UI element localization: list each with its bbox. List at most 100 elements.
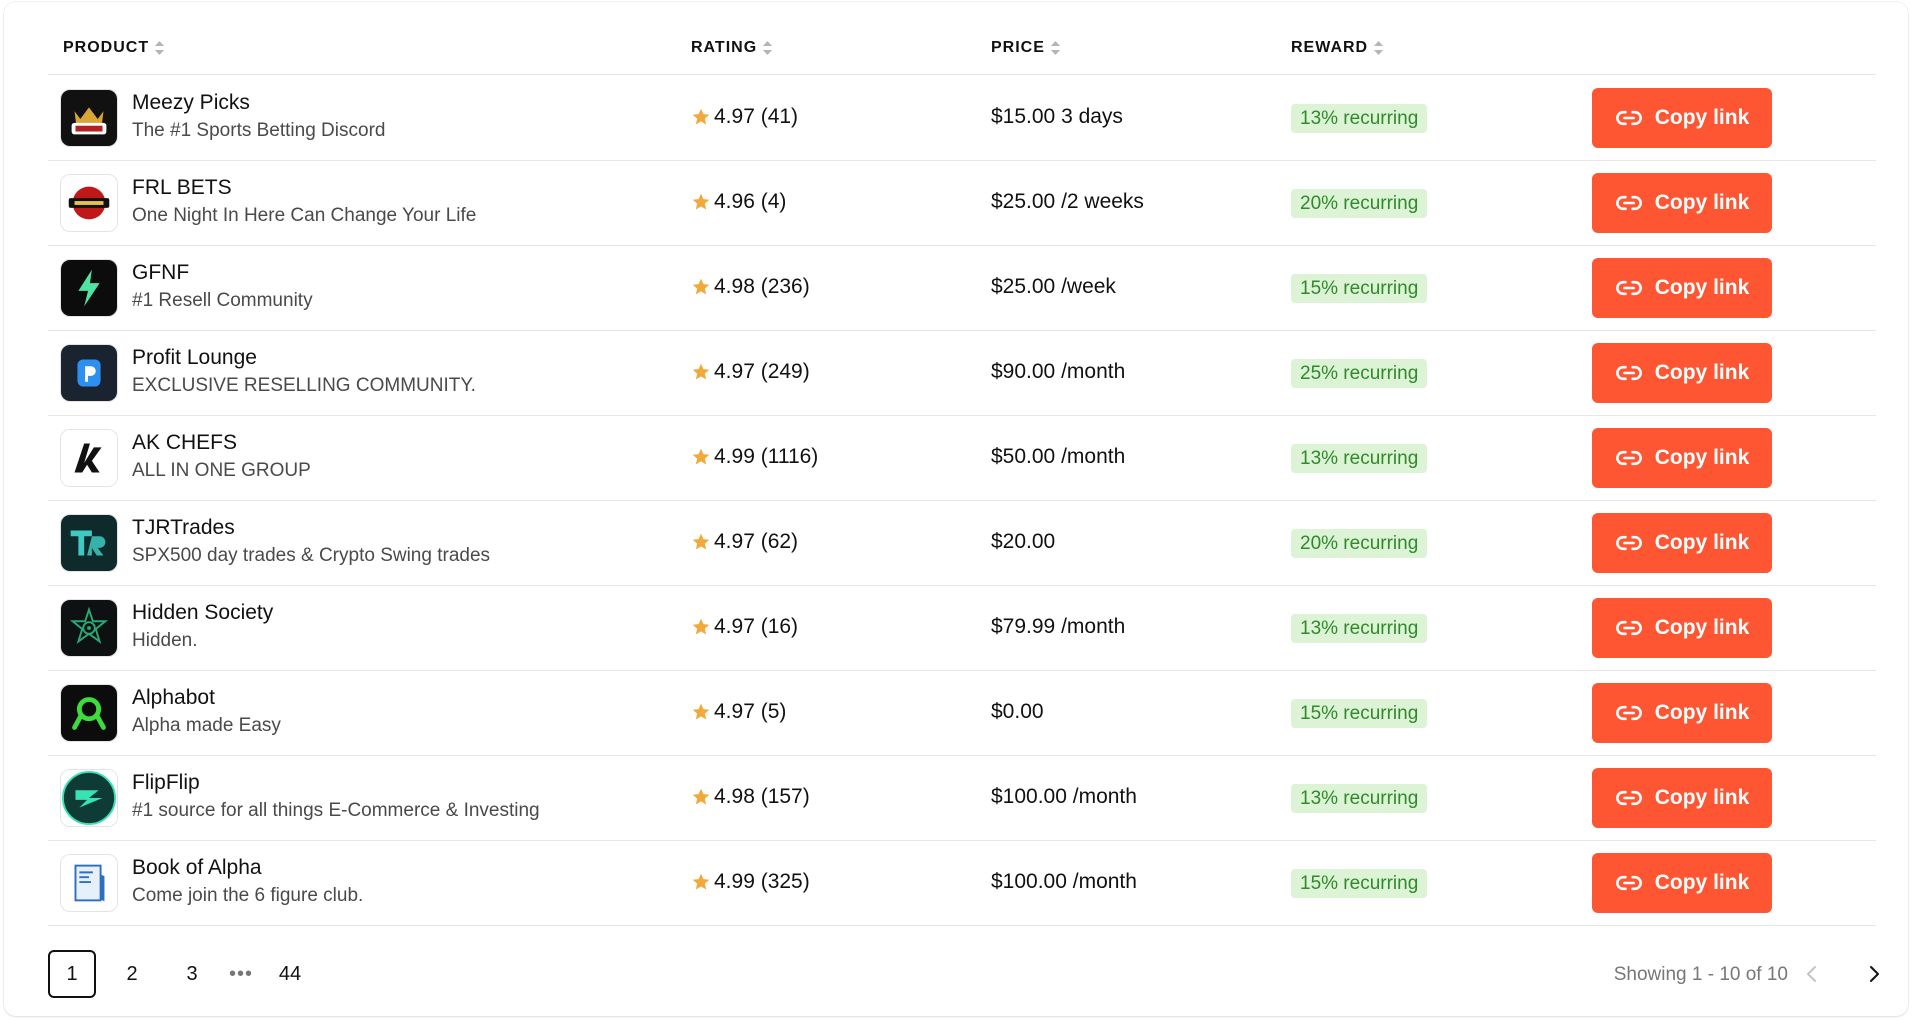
product-name[interactable]: FlipFlip (132, 771, 200, 795)
star-icon (692, 448, 710, 465)
product-price: $15.00 3 days (991, 105, 1123, 128)
link-icon (1615, 535, 1642, 551)
copy-link-label: Copy link (1654, 531, 1750, 554)
frl-bets-logo (60, 174, 118, 232)
rating-value: 4.97 (62) (714, 530, 799, 553)
chevron-left-icon (1807, 966, 1816, 982)
hidden-society-logo (60, 599, 118, 657)
product-name[interactable]: FRL BETS (132, 176, 232, 200)
rating-value: 4.97 (5) (714, 700, 787, 723)
copy-link-button[interactable]: Copy link (1592, 258, 1772, 318)
rating-value: 4.99 (325) (714, 870, 810, 893)
table-row: FlipFlip #1 source for all things E-Comm… (48, 756, 1876, 841)
profit-lounge-logo (60, 344, 118, 402)
copy-link-button[interactable]: Copy link (1592, 88, 1772, 148)
product-price: $100.00 /month (991, 785, 1137, 808)
rating-value: 4.97 (16) (714, 615, 799, 638)
meezy-picks-logo (60, 89, 118, 147)
reward-badge: 15% recurring (1291, 274, 1428, 303)
rating-value: 4.97 (41) (714, 105, 799, 128)
reward-badge: 13% recurring (1291, 444, 1428, 473)
product-rating: 4.99 (1116) (691, 445, 818, 469)
reward-badge: 20% recurring (1291, 189, 1428, 218)
product-name[interactable]: Book of Alpha (132, 856, 262, 880)
product-price: $25.00 /2 weeks (991, 190, 1144, 213)
copy-link-button[interactable]: Copy link (1592, 343, 1772, 403)
page-button-last[interactable]: 44 (266, 950, 314, 998)
column-header-reward[interactable]: REWARD (1291, 39, 1384, 57)
product-name[interactable]: TJRTrades (132, 516, 235, 540)
copy-link-button[interactable]: Copy link (1592, 173, 1772, 233)
copy-link-label: Copy link (1654, 276, 1750, 299)
copy-link-button[interactable]: Copy link (1592, 598, 1772, 658)
star-icon (692, 108, 710, 125)
table-row: AK CHEFS ALL IN ONE GROUP 4.99 (1116) $5… (48, 416, 1876, 501)
column-header-price-label: PRICE (991, 39, 1045, 56)
copy-link-button[interactable]: Copy link (1592, 428, 1772, 488)
chevron-right-icon (1870, 966, 1879, 982)
product-price: $90.00 /month (991, 360, 1126, 383)
copy-link-label: Copy link (1654, 106, 1750, 129)
rating-value: 4.98 (157) (714, 785, 810, 808)
product-name[interactable]: Meezy Picks (132, 91, 250, 115)
next-page-button[interactable] (1858, 958, 1890, 990)
product-name[interactable]: Hidden Society (132, 601, 273, 625)
link-icon (1615, 450, 1642, 466)
product-description: #1 source for all things E-Commerce & In… (132, 800, 540, 821)
flipflip-logo (60, 769, 118, 827)
product-rating: 4.99 (325) (691, 870, 810, 894)
table-row: Profit Lounge EXCLUSIVE RESELLING COMMUN… (48, 331, 1876, 416)
product-rating: 4.98 (236) (691, 275, 810, 299)
copy-link-button[interactable]: Copy link (1592, 853, 1772, 913)
table-row: Meezy Picks The #1 Sports Betting Discor… (48, 76, 1876, 161)
page-button-3[interactable]: 3 (168, 950, 216, 998)
product-rating: 4.97 (62) (691, 530, 798, 554)
copy-link-button[interactable]: Copy link (1592, 513, 1772, 573)
product-description: Alpha made Easy (132, 715, 281, 736)
table-row: Hidden Society Hidden. 4.97 (16) $79.99 … (48, 586, 1876, 671)
product-name[interactable]: Alphabot (132, 686, 215, 710)
table-row: GFNF #1 Resell Community 4.98 (236) $25.… (48, 246, 1876, 331)
product-rating: 4.97 (249) (691, 360, 810, 384)
product-price: $20.00 (991, 530, 1056, 553)
affiliate-products-card: PRODUCT RATING PRICE REWARD Meezy Picks … (4, 2, 1908, 1016)
table-row: Alphabot Alpha made Easy 4.97 (5) $0.00 … (48, 671, 1876, 756)
showing-count: Showing 1 - 10 of 10 (1613, 964, 1788, 985)
page-button-1[interactable]: 1 (48, 950, 96, 998)
product-description: The #1 Sports Betting Discord (132, 120, 386, 141)
product-name[interactable]: GFNF (132, 261, 189, 285)
product-description: Come join the 6 figure club. (132, 885, 364, 906)
column-header-price[interactable]: PRICE (991, 39, 1060, 57)
gfnf-logo (60, 259, 118, 317)
copy-link-button[interactable]: Copy link (1592, 683, 1772, 743)
star-icon (692, 363, 710, 380)
star-icon (692, 533, 710, 550)
product-description: ALL IN ONE GROUP (132, 460, 311, 481)
pagination: 1 2 3 ••• 44 (48, 950, 326, 998)
star-icon (692, 873, 710, 890)
rating-value: 4.96 (4) (714, 190, 787, 213)
column-header-product[interactable]: PRODUCT (63, 39, 165, 57)
product-price: $25.00 /week (991, 275, 1116, 298)
star-icon (692, 278, 710, 295)
reward-badge: 20% recurring (1291, 529, 1428, 558)
product-name[interactable]: Profit Lounge (132, 346, 257, 370)
ak-chefs-logo (60, 429, 118, 487)
product-rating: 4.98 (157) (691, 785, 810, 809)
product-price: $100.00 /month (991, 870, 1137, 893)
product-name[interactable]: AK CHEFS (132, 431, 237, 455)
link-icon (1615, 365, 1642, 381)
page-button-2[interactable]: 2 (108, 950, 156, 998)
copy-link-label: Copy link (1654, 361, 1750, 384)
column-header-rating[interactable]: RATING (691, 39, 773, 57)
previous-page-button[interactable] (1796, 958, 1828, 990)
table-header: PRODUCT RATING PRICE REWARD (48, 2, 1876, 75)
copy-link-button[interactable]: Copy link (1592, 768, 1772, 828)
product-rating: 4.97 (16) (691, 615, 798, 639)
column-header-rating-label: RATING (691, 39, 758, 56)
reward-badge: 15% recurring (1291, 869, 1428, 898)
product-price: $0.00 (991, 700, 1044, 723)
table-row: FRL BETS One Night In Here Can Change Yo… (48, 161, 1876, 246)
table-row: TJRTrades SPX500 day trades & Crypto Swi… (48, 501, 1876, 586)
product-description: SPX500 day trades & Crypto Swing trades (132, 545, 491, 566)
